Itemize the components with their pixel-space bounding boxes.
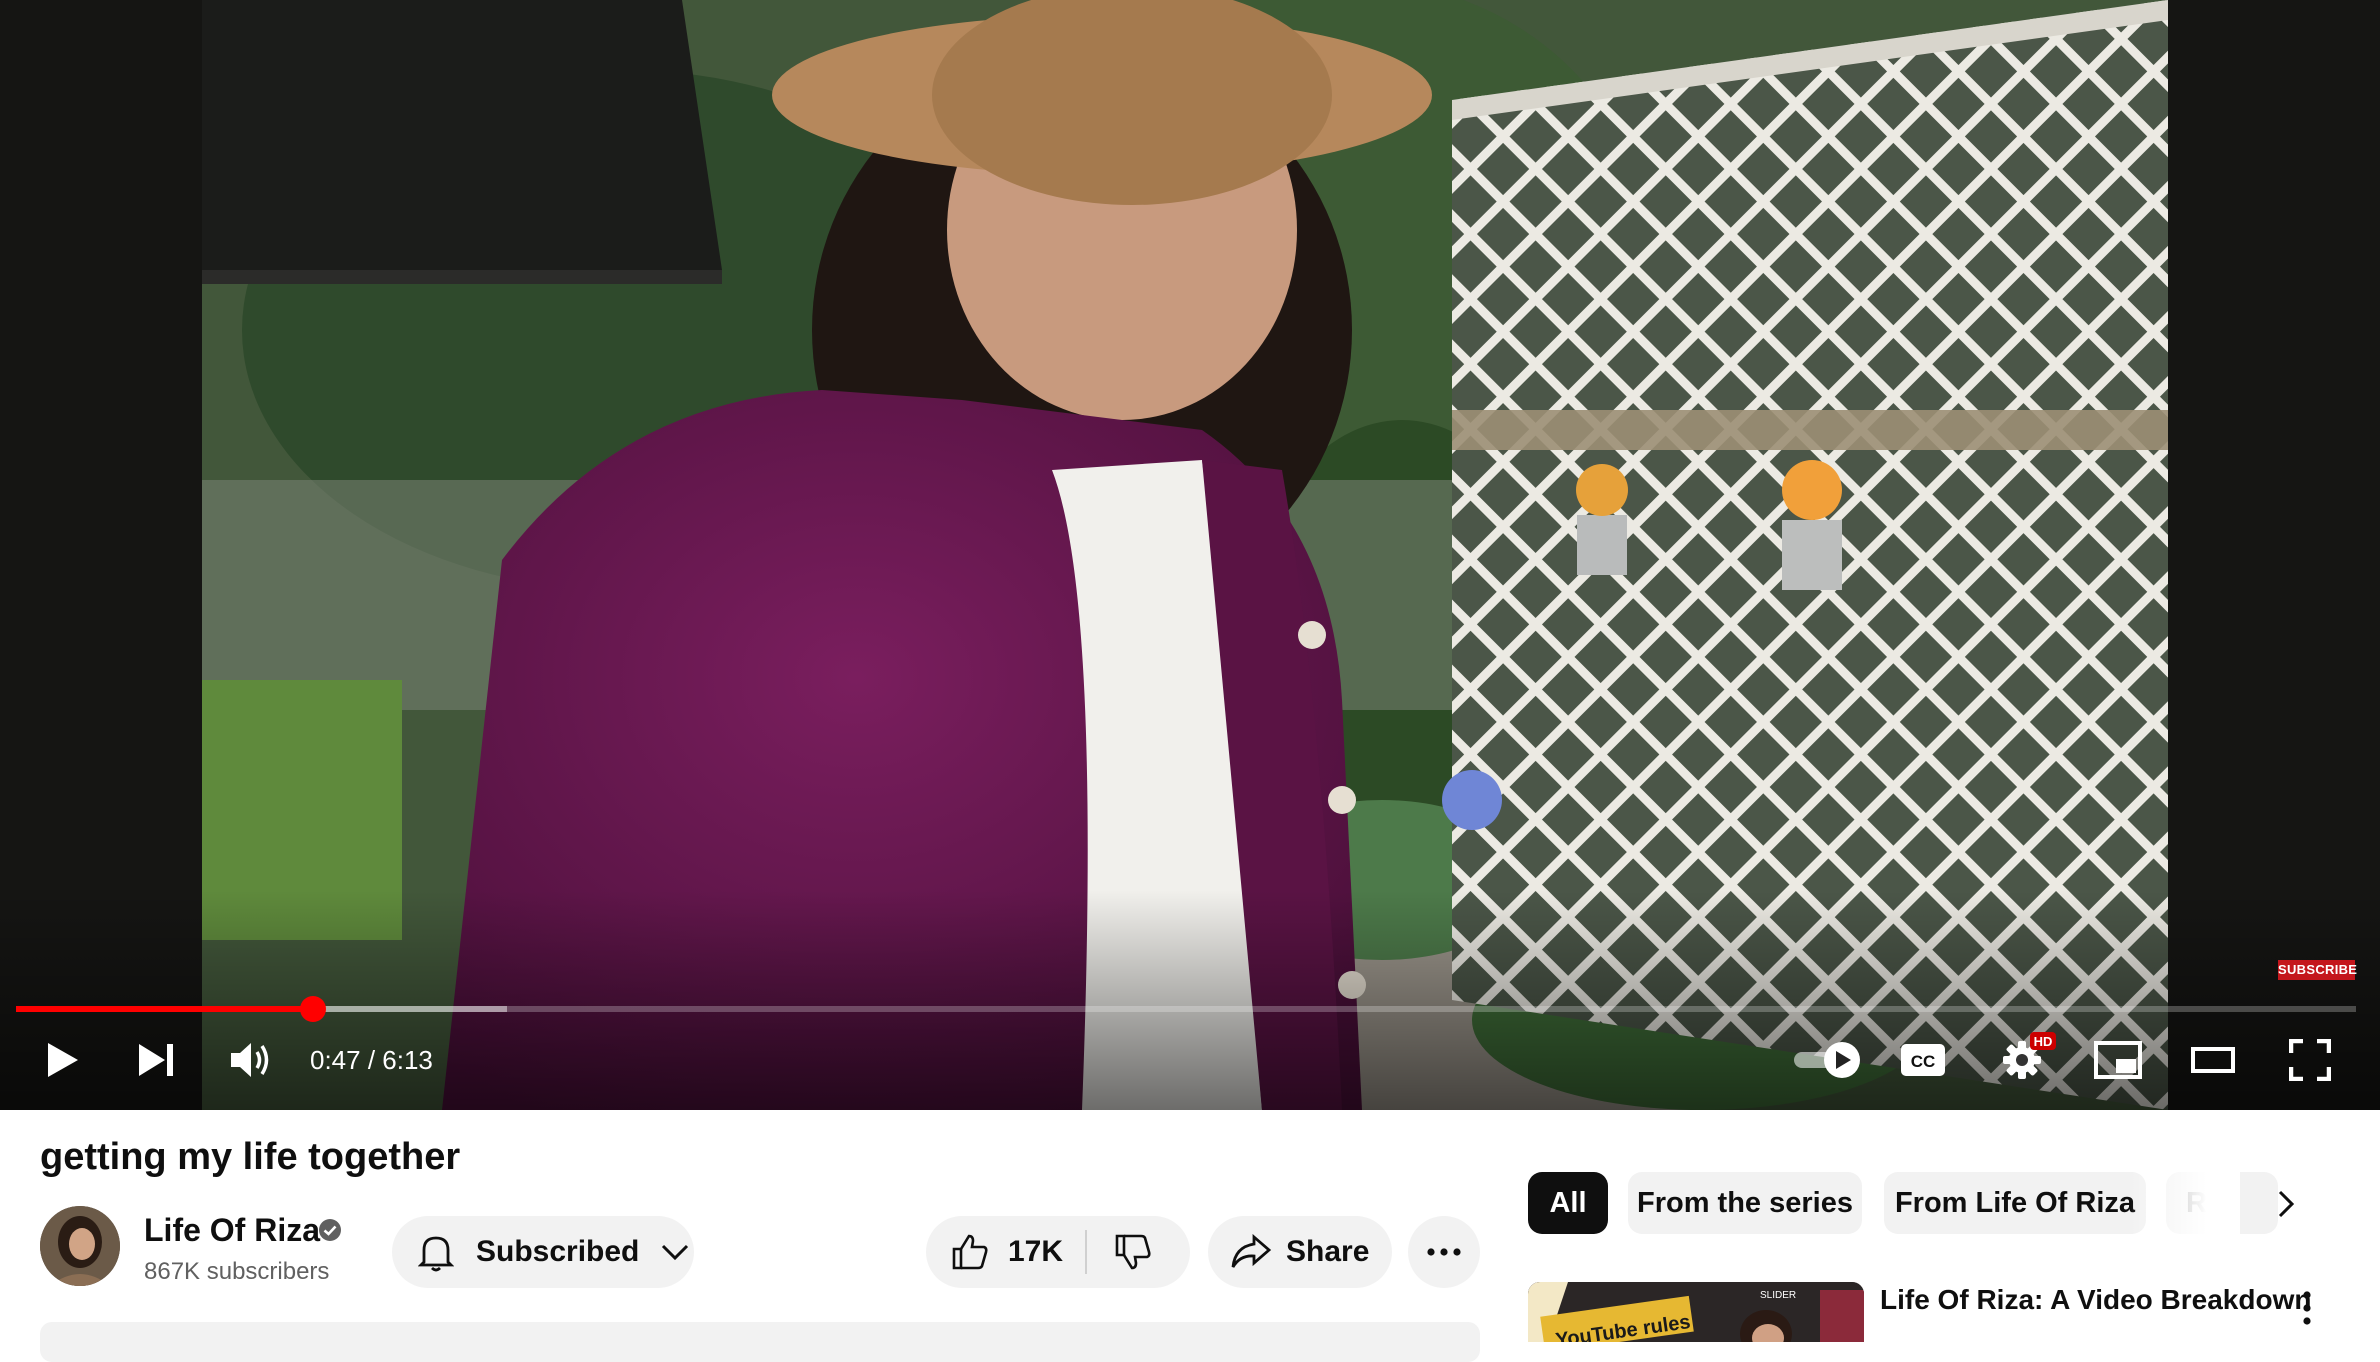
play-button[interactable]: [36, 1030, 90, 1090]
share-label: Share: [1286, 1235, 1370, 1268]
captions-button[interactable]: CC: [1898, 1030, 1948, 1090]
channel-name[interactable]: Life Of Riza: [144, 1212, 320, 1249]
recommended-title[interactable]: Life Of Riza: A Video Breakdown: [1880, 1284, 2311, 1316]
next-button[interactable]: [128, 1030, 184, 1090]
cc-icon: CC: [1901, 1044, 1945, 1076]
subscribe-state-label: Subscribed: [476, 1235, 640, 1268]
volume-icon: [231, 1043, 269, 1077]
more-vertical-icon: [2303, 1291, 2311, 1325]
volume-button[interactable]: [222, 1030, 280, 1090]
cc-label: CC: [1911, 1052, 1936, 1071]
theater-button[interactable]: [2184, 1030, 2242, 1090]
share-icon: [1231, 1234, 1272, 1268]
chevron-right-icon: [2278, 1190, 2295, 1218]
video-player[interactable]: SUBSCRIBE 0:47 / 6:13 CC HD: [0, 0, 2380, 1110]
dislike-button[interactable]: [1087, 1216, 1153, 1288]
thumbs-down-icon: [1115, 1234, 1151, 1270]
subscriber-count: 867K subscribers: [144, 1258, 330, 1285]
channel-avatar[interactable]: [40, 1206, 120, 1286]
autoplay-toggle-icon: [1794, 1042, 1860, 1078]
progress-bar[interactable]: [16, 996, 2356, 1022]
miniplayer-button[interactable]: [2090, 1030, 2146, 1090]
share-button[interactable]: Share: [1208, 1216, 1392, 1288]
thumbnail-badge: SLIDER: [1760, 1290, 1796, 1301]
time-total: 6:13: [382, 1045, 433, 1075]
subscribed-button[interactable]: Subscribed: [392, 1216, 694, 1288]
time-current: 0:47: [310, 1045, 361, 1075]
avatar-image: [40, 1206, 120, 1286]
more-horizontal-icon: [1427, 1248, 1461, 1256]
recommended-menu-button[interactable]: [2292, 1286, 2322, 1330]
thumbnail-image: YouTube rules SLIDER: [1528, 1282, 1864, 1342]
chips-next-button[interactable]: [2262, 1180, 2310, 1228]
chevron-down-icon: [662, 1244, 689, 1261]
time-separator: /: [360, 1045, 383, 1075]
fullscreen-icon: [2289, 1039, 2331, 1081]
miniplayer-icon: [2094, 1041, 2142, 1079]
hd-badge: HD: [2030, 1032, 2056, 1050]
fullscreen-button[interactable]: [2282, 1030, 2338, 1090]
like-button[interactable]: 17K: [926, 1216, 1085, 1288]
chip-all[interactable]: All: [1528, 1172, 1608, 1234]
thumbs-up-icon: [952, 1234, 988, 1270]
more-actions-button[interactable]: [1408, 1216, 1480, 1288]
chip-from-life-of-riza[interactable]: From Life Of Riza: [1884, 1172, 2146, 1234]
video-title: getting my life together: [40, 1136, 461, 1178]
time-display: 0:47 / 6:13: [310, 1040, 433, 1080]
play-icon: [48, 1043, 78, 1077]
verified-badge-icon: [319, 1219, 341, 1241]
progress-played: [16, 1006, 314, 1012]
next-icon: [139, 1044, 173, 1076]
endscreen-subscribe-badge[interactable]: SUBSCRIBE: [2278, 960, 2357, 980]
autoplay-toggle[interactable]: [1788, 1030, 1868, 1090]
scrubber-handle[interactable]: [300, 996, 327, 1022]
like-count: 17K: [1008, 1235, 1064, 1268]
theater-icon: [2191, 1047, 2235, 1073]
chip-from-the-series[interactable]: From the series: [1628, 1172, 1862, 1234]
like-dislike-group: 17K: [926, 1216, 1190, 1288]
chips-fade: [2130, 1172, 2240, 1234]
bell-icon: [418, 1236, 454, 1272]
recommended-thumbnail[interactable]: YouTube rules SLIDER: [1528, 1282, 1864, 1342]
description-box[interactable]: [40, 1322, 1480, 1362]
